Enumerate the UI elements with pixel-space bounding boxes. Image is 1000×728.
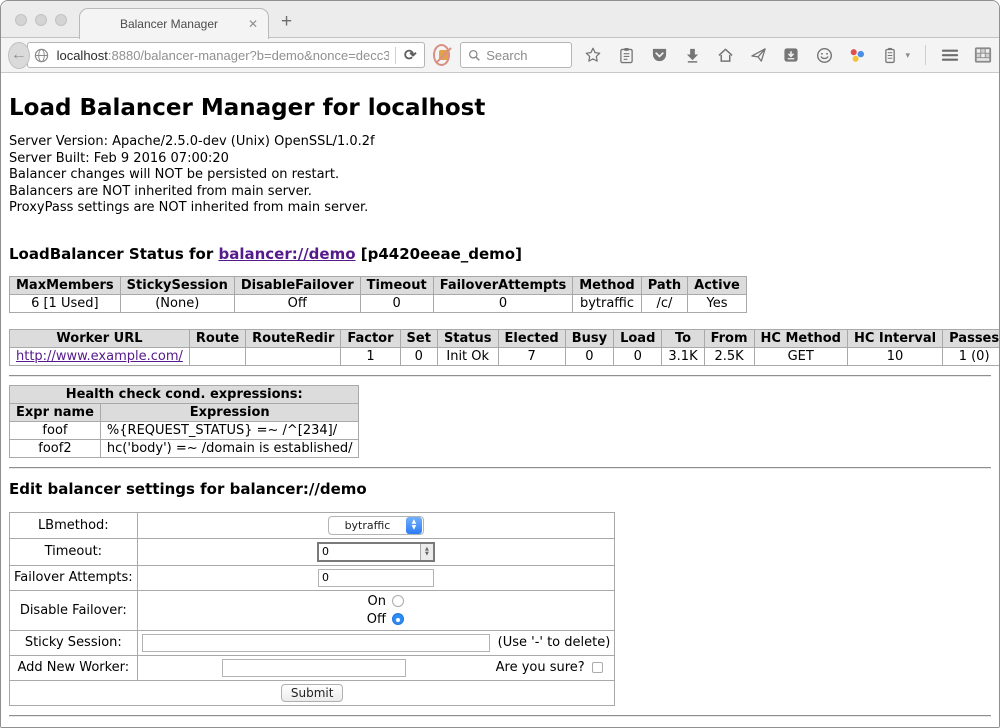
- search-icon: [467, 46, 481, 64]
- health-header-row: Expr name Expression: [10, 403, 359, 421]
- inherit-notice-line: Balancers are NOT inherited from main se…: [9, 184, 991, 201]
- url-path: :8880/balancer-manager?b=demo&nonce=decc…: [108, 48, 389, 63]
- urlbar-divider: [395, 47, 396, 64]
- container-battery-icon[interactable]: [881, 46, 899, 64]
- health-row-foof2: foof2 hc('body') =~ /domain is establish…: [10, 439, 359, 457]
- zoom-window-icon[interactable]: [55, 14, 67, 26]
- worker-url-link[interactable]: http://www.example.com/: [16, 349, 183, 364]
- tab-bar: Balancer Manager ✕ +: [1, 1, 999, 38]
- submit-button[interactable]: Submit: [281, 684, 344, 702]
- page-content: Load Balancer Manager for localhost Serv…: [1, 73, 999, 728]
- browser-window: Balancer Manager ✕ + ← localhost:8880/ba…: [0, 0, 1000, 728]
- health-title-row: Health check cond. expressions:: [10, 385, 359, 403]
- health-row-foof: foof %{REQUEST_STATUS} =~ /^[234]/: [10, 421, 359, 439]
- loadbalancer-status-heading: LoadBalancer Status for balancer://demo …: [9, 245, 991, 263]
- url-bar[interactable]: localhost:8880/balancer-manager?b=demo&n…: [27, 42, 425, 68]
- url-text[interactable]: localhost:8880/balancer-manager?b=demo&n…: [57, 48, 389, 63]
- persist-notice-line: Balancer changes will NOT be persisted o…: [9, 167, 991, 184]
- back-button[interactable]: ←: [8, 42, 30, 69]
- sticky-session-label: Sticky Session:: [10, 630, 138, 655]
- close-window-icon[interactable]: [15, 14, 27, 26]
- failover-off-label: Off: [367, 612, 386, 627]
- disable-failover-row: Disable Failover: On Off: [10, 590, 615, 630]
- worker-data-row: http://www.example.com/ 1 0 Init Ok 7 0 …: [10, 347, 1000, 365]
- failover-off-radio[interactable]: [392, 613, 404, 625]
- sticky-session-row: Sticky Session: (Use '-' to delete): [10, 630, 615, 655]
- balancer-demo-link[interactable]: balancer://demo: [218, 245, 355, 263]
- status-data-row: 6 [1 Used] (None) Off 0 0 bytraffic /c/ …: [10, 294, 747, 312]
- reload-icon[interactable]: ⟳: [402, 46, 419, 64]
- chevron-down-icon[interactable]: ▾: [905, 50, 910, 61]
- balancer-status-table: MaxMembers StickySession DisableFailover…: [9, 276, 747, 313]
- failover-attempts-row: Failover Attempts:: [10, 565, 615, 590]
- toolbar-divider: [925, 45, 926, 65]
- content-blocker-icon[interactable]: [433, 44, 450, 66]
- navigation-toolbar: ← localhost:8880/balancer-manager?b=demo…: [1, 38, 999, 73]
- downloads-icon[interactable]: [683, 46, 701, 64]
- health-check-table: Health check cond. expressions: Expr nam…: [9, 385, 359, 458]
- section-divider: [9, 467, 991, 469]
- globe-icon: [33, 46, 51, 64]
- submit-row: Submit: [10, 680, 615, 705]
- feedback-smiley-icon[interactable]: [815, 46, 833, 64]
- clipboard-icon[interactable]: [617, 46, 635, 64]
- worker-status-table: Worker URL Route RouteRedir Factor Set S…: [9, 329, 999, 366]
- lbmethod-label: LBmethod:: [10, 512, 138, 538]
- browser-tab[interactable]: Balancer Manager ✕: [79, 8, 269, 39]
- home-icon[interactable]: [716, 46, 734, 64]
- toolbar-icons: ▾: [584, 45, 992, 65]
- bookmark-star-icon[interactable]: [584, 46, 602, 64]
- timeout-label: Timeout:: [10, 538, 138, 565]
- are-you-sure-label: Are you sure?: [496, 660, 585, 675]
- new-tab-button[interactable]: +: [281, 12, 292, 31]
- save-to-box-icon[interactable]: [782, 46, 800, 64]
- server-version-line: Server Version: Apache/2.5.0-dev (Unix) …: [9, 134, 991, 151]
- tab-close-icon[interactable]: ✕: [248, 17, 258, 31]
- hamburger-menu-icon[interactable]: [941, 46, 959, 64]
- add-worker-row: Add New Worker: Are you sure?: [10, 655, 615, 680]
- pocket-icon[interactable]: [650, 46, 668, 64]
- grid-extension-icon[interactable]: [974, 46, 992, 64]
- minimize-window-icon[interactable]: [35, 14, 47, 26]
- status-header-row: MaxMembers StickySession DisableFailover…: [10, 276, 747, 294]
- failover-on-radio[interactable]: [392, 595, 404, 607]
- disable-failover-label: Disable Failover:: [10, 590, 138, 630]
- colored-dots-extension-icon[interactable]: [848, 46, 866, 64]
- server-built-line: Server Built: Feb 9 2016 07:00:20: [9, 151, 991, 168]
- select-stepper-icon: ▲▼: [406, 517, 422, 534]
- add-worker-input[interactable]: [222, 659, 406, 677]
- balancer-settings-form: LBmethod: bytraffic ▲▼ Timeout: ▲▼: [9, 512, 615, 706]
- number-spinner-icon[interactable]: ▲▼: [420, 544, 433, 560]
- section-divider: [9, 375, 991, 377]
- failover-attempts-input[interactable]: [318, 569, 434, 587]
- server-info: Server Version: Apache/2.5.0-dev (Unix) …: [9, 134, 991, 217]
- add-worker-label: Add New Worker:: [10, 655, 138, 680]
- timeout-input[interactable]: [319, 544, 420, 560]
- search-bar[interactable]: [460, 42, 573, 68]
- edit-settings-heading: Edit balancer settings for balancer://de…: [9, 480, 991, 498]
- tab-title: Balancer Manager: [90, 17, 248, 31]
- page-bottom-divider: [9, 715, 991, 717]
- send-plane-icon[interactable]: [749, 46, 767, 64]
- lbmethod-select[interactable]: bytraffic ▲▼: [328, 516, 424, 535]
- sticky-session-hint: (Use '-' to delete): [498, 635, 611, 650]
- failover-on-label: On: [367, 594, 385, 609]
- worker-header-row: Worker URL Route RouteRedir Factor Set S…: [10, 329, 1000, 347]
- failover-attempts-label: Failover Attempts:: [10, 565, 138, 590]
- page-title: Load Balancer Manager for localhost: [9, 95, 991, 121]
- search-input[interactable]: [486, 48, 565, 63]
- url-domain: localhost: [57, 48, 108, 63]
- timeout-stepper[interactable]: ▲▼: [317, 542, 435, 562]
- sticky-session-input[interactable]: [142, 634, 490, 652]
- are-you-sure-checkbox[interactable]: [592, 662, 603, 673]
- window-controls: [15, 14, 67, 26]
- timeout-row: Timeout: ▲▼: [10, 538, 615, 565]
- proxypass-notice-line: ProxyPass settings are NOT inherited fro…: [9, 200, 991, 217]
- lbmethod-row: LBmethod: bytraffic ▲▼: [10, 512, 615, 538]
